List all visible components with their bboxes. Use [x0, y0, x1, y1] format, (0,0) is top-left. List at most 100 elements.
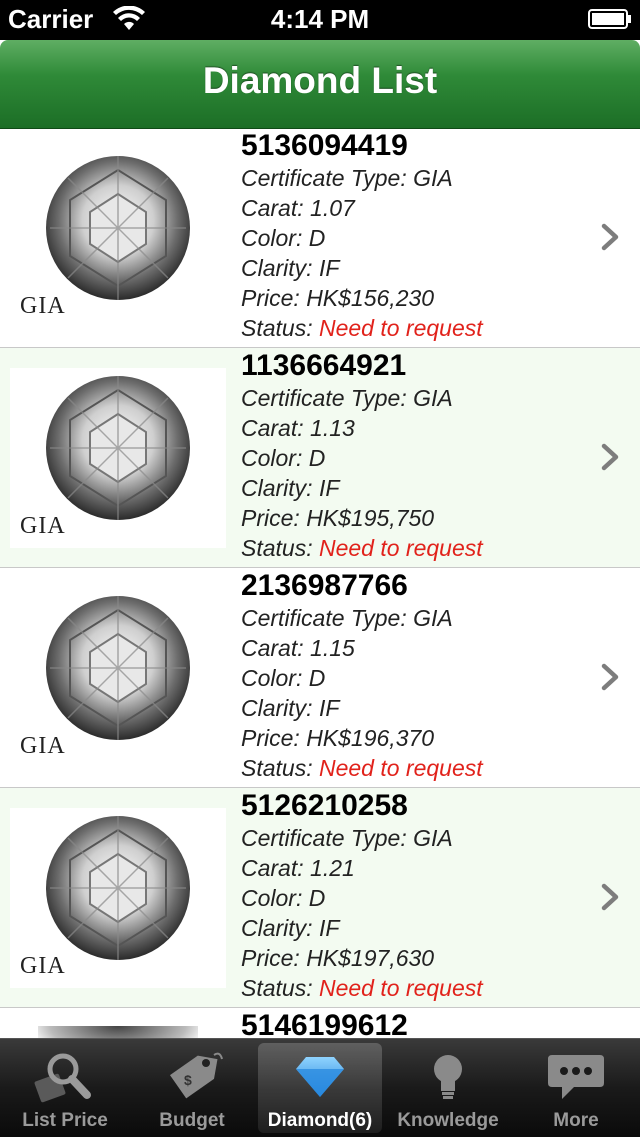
certificate-type-line: Certificate Type: GIA: [241, 163, 483, 193]
color-value: D: [308, 665, 326, 691]
color-value: D: [308, 225, 326, 251]
carat-value: 1.07: [310, 195, 355, 221]
diamond-row[interactable]: GIA 5136094419 Certificate Type: GIA Car…: [0, 128, 640, 348]
status-line: Status: Need to request: [241, 313, 483, 343]
tab-more[interactable]: More: [514, 1043, 638, 1133]
price-value: HK$197,630: [306, 945, 435, 971]
diamond-info: 5136094419 Certificate Type: GIA Carat: …: [241, 128, 483, 343]
svg-text:$: $: [184, 1072, 192, 1088]
clarity-value: IF: [318, 255, 340, 281]
color-label: Color:: [241, 665, 309, 691]
navigation-bar: Diamond List: [0, 40, 640, 129]
carat-line: Carat: 1.15: [241, 633, 483, 663]
certificate-type-value: GIA: [413, 165, 453, 191]
stock-number: 5136094419: [241, 129, 408, 162]
clarity-line: Clarity: IF: [241, 253, 483, 283]
tab-label: Budget: [159, 1110, 225, 1131]
diamond-thumbnail: GIA: [10, 148, 226, 328]
carat-label: Carat:: [241, 635, 311, 661]
carat-value: 1.21: [310, 855, 355, 881]
carat-value: 1.13: [310, 415, 355, 441]
status-line: Status: Need to request: [241, 533, 483, 563]
status-bar: Carrier 4:14 PM: [0, 0, 640, 40]
battery-icon: [588, 9, 631, 29]
diamond-info: 5126210258 Certificate Type: GIA Carat: …: [241, 788, 483, 1003]
color-line: Color: D: [241, 223, 483, 253]
carat-label: Carat:: [241, 415, 311, 441]
diamond-row[interactable]: 5146199612: [0, 1008, 640, 1038]
diamond-thumbnail: GIA: [10, 588, 226, 768]
tab-knowledge[interactable]: Knowledge: [386, 1043, 510, 1133]
chevron-right-icon[interactable]: [600, 663, 620, 691]
diamond-image-icon: [46, 816, 190, 960]
carat-line: Carat: 1.13: [241, 413, 483, 443]
color-value: D: [308, 445, 326, 471]
clarity-label: Clarity:: [241, 915, 319, 941]
certificate-type-line: Certificate Type: GIA: [241, 383, 483, 413]
carat-label: Carat:: [241, 195, 311, 221]
chevron-right-icon[interactable]: [600, 883, 620, 911]
status-label: Status:: [241, 315, 319, 341]
certificate-type-label: Certificate Type:: [241, 165, 414, 191]
status-value: Need to request: [318, 315, 483, 341]
diamond-thumbnail: GIA: [10, 808, 226, 988]
price-label: Price:: [241, 505, 307, 531]
stock-number: 5126210258: [241, 789, 408, 822]
price-value: HK$196,370: [306, 725, 435, 751]
certificate-logo-text: GIA: [20, 953, 66, 979]
color-line: Color: D: [241, 663, 483, 693]
page-title: Diamond List: [202, 60, 438, 101]
chevron-right-icon[interactable]: [600, 223, 620, 251]
tab-label: More: [553, 1110, 599, 1131]
price-value: HK$195,750: [306, 505, 435, 531]
status-label: Status:: [241, 535, 319, 561]
certificate-type-value: GIA: [413, 605, 453, 631]
diamond-image-icon: [46, 376, 190, 520]
diamond-row[interactable]: GIA 2136987766 Certificate Type: GIA Car…: [0, 568, 640, 788]
certificate-logo-text: GIA: [20, 513, 66, 539]
status-value: Need to request: [318, 755, 483, 781]
tab-label: Diamond(6): [267, 1110, 373, 1131]
carat-value: 1.15: [310, 635, 355, 661]
diamond-info: 2136987766 Certificate Type: GIA Carat: …: [241, 568, 483, 783]
clarity-value: IF: [318, 695, 340, 721]
status-line: Status: Need to request: [241, 753, 483, 783]
price-line: Price: HK$196,370: [241, 723, 483, 753]
color-label: Color:: [241, 445, 309, 471]
carat-line: Carat: 1.21: [241, 853, 483, 883]
certificate-logo-text: GIA: [20, 733, 66, 759]
color-label: Color:: [241, 885, 309, 911]
status-label: Status:: [241, 755, 319, 781]
carat-line: Carat: 1.07: [241, 193, 483, 223]
diamond-icon: [296, 1057, 344, 1097]
tab-label: List Price: [22, 1110, 108, 1131]
diamond-row[interactable]: GIA 5126210258 Certificate Type: GIA Car…: [0, 788, 640, 1008]
certificate-type-value: GIA: [413, 825, 453, 851]
status-label: Status:: [241, 975, 319, 1001]
price-line: Price: HK$195,750: [241, 503, 483, 533]
tab-list-price[interactable]: List Price: [3, 1043, 127, 1133]
price-label: Price:: [241, 945, 307, 971]
clarity-line: Clarity: IF: [241, 473, 483, 503]
stock-number: 2136987766: [241, 569, 408, 602]
diamond-row[interactable]: GIA 1136664921 Certificate Type: GIA Car…: [0, 348, 640, 568]
chevron-right-icon[interactable]: [600, 443, 620, 471]
clarity-label: Clarity:: [241, 475, 319, 501]
price-value: HK$156,230: [306, 285, 435, 311]
certificate-logo-text: GIA: [20, 293, 66, 319]
color-line: Color: D: [241, 443, 483, 473]
price-line: Price: HK$197,630: [241, 943, 483, 973]
color-value: D: [308, 885, 326, 911]
certificate-type-label: Certificate Type:: [241, 605, 414, 631]
clarity-value: IF: [318, 915, 340, 941]
diamond-list[interactable]: GIA 5136094419 Certificate Type: GIA Car…: [0, 128, 640, 1038]
certificate-type-line: Certificate Type: GIA: [241, 603, 483, 633]
certificate-type-label: Certificate Type:: [241, 385, 414, 411]
status-value: Need to request: [318, 975, 483, 1001]
diamond-thumbnail: [38, 1026, 198, 1038]
tab-budget[interactable]: $ Budget: [130, 1043, 254, 1133]
diamond-thumbnail: GIA: [10, 368, 226, 548]
tab-diamond[interactable]: Diamond(6): [258, 1043, 382, 1133]
diamond-image-icon: [46, 156, 190, 300]
price-line: Price: HK$156,230: [241, 283, 483, 313]
